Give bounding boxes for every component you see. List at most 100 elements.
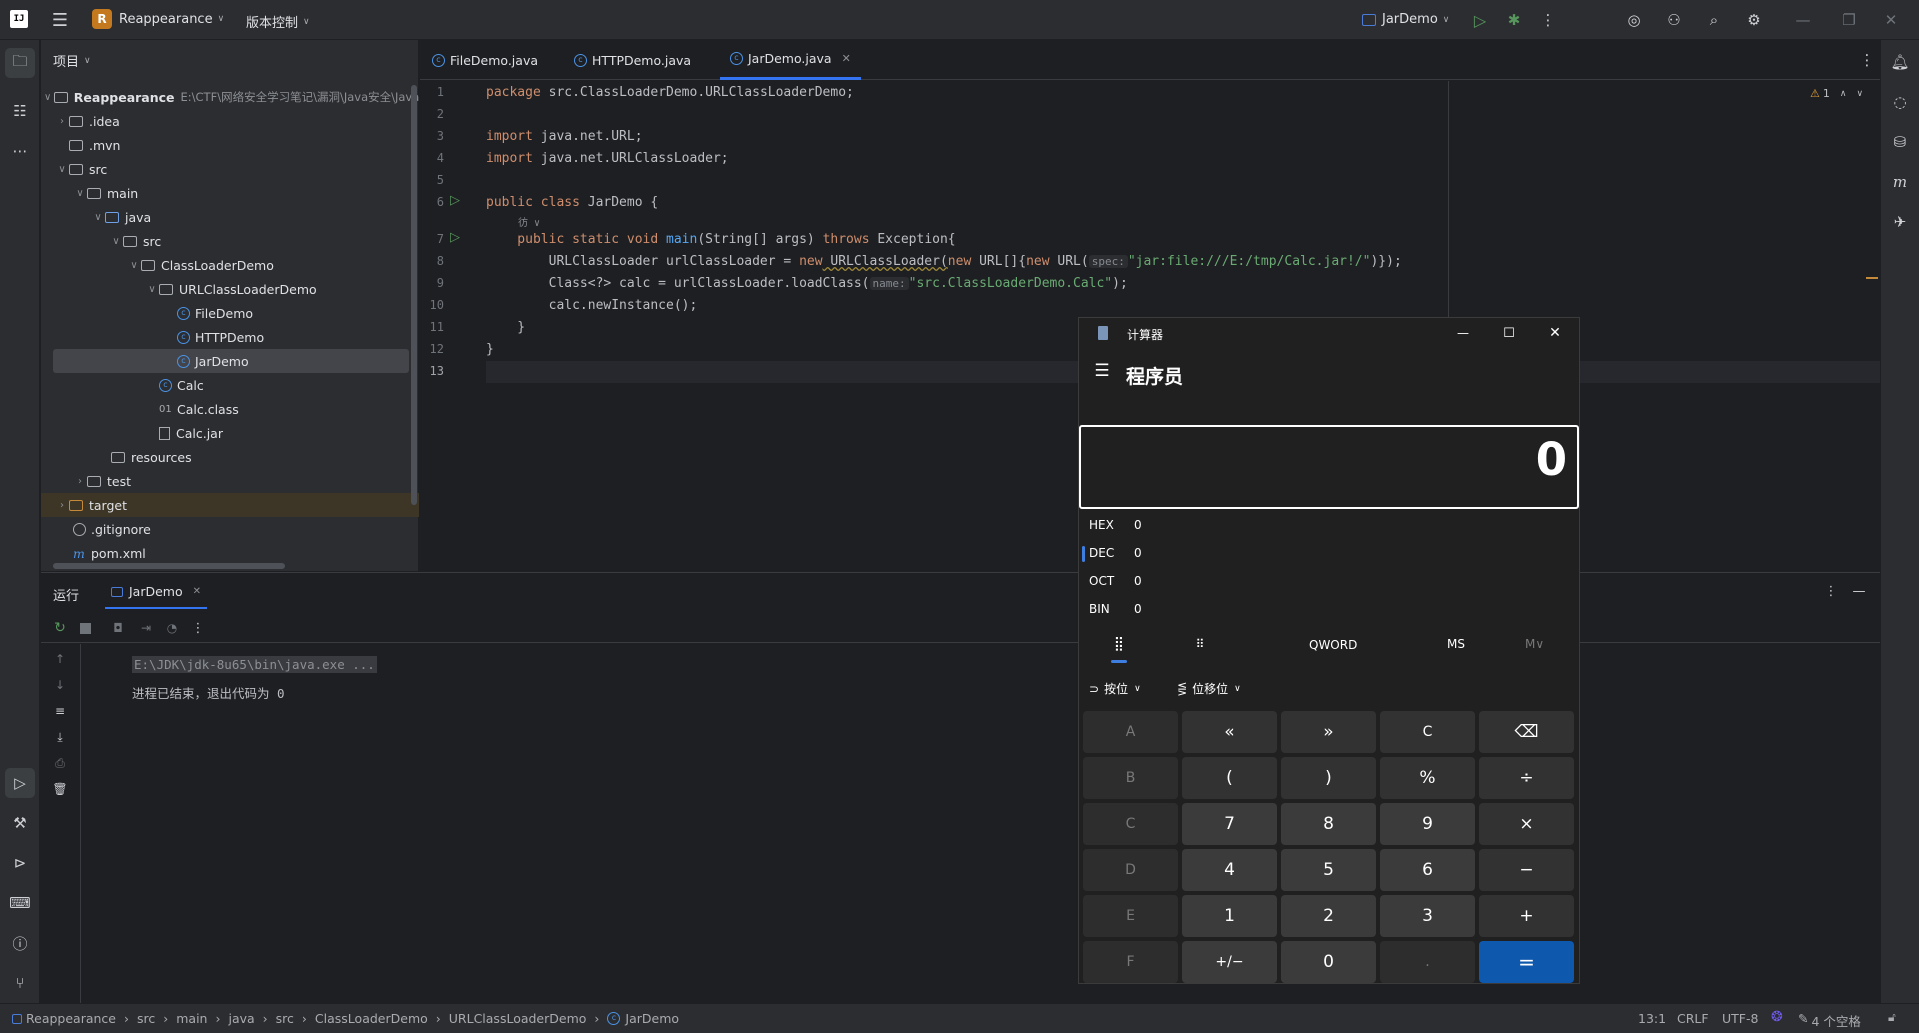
radix-oct[interactable]: OCT 0 [1089,574,1142,588]
key-8[interactable]: 8 [1281,803,1376,845]
minimize-icon[interactable]: — [1451,322,1475,344]
tab-options-icon[interactable]: ⋮ [1856,48,1878,72]
key-6[interactable]: 6 [1380,849,1475,891]
key-4[interactable]: 4 [1182,849,1277,891]
radix-bin[interactable]: BIN 0 [1089,602,1142,616]
author-inlay-hint[interactable]: 彷 ∨ [518,214,540,229]
scroll-to-end-icon[interactable]: ⤓ [51,728,69,746]
key-rotate-right[interactable]: » [1281,711,1376,753]
tree-item-calc-class[interactable]: 01 Calc.class [159,397,239,421]
notifications-icon[interactable]: 🔔︎ [1886,48,1914,76]
restore-icon[interactable]: ❐ [1834,8,1864,32]
scroll-up-icon[interactable]: ↑ [51,650,69,668]
key-2[interactable]: 2 [1281,895,1376,937]
tree-item-src-package[interactable]: ∨ src [109,229,161,253]
nav-menu-icon[interactable]: ☰ [1091,360,1113,382]
breadcrumb-item[interactable]: java [228,1011,254,1026]
horizontal-scrollbar[interactable] [53,563,285,569]
breadcrumb-item[interactable]: Reappearance [26,1011,116,1026]
more-tools-icon[interactable]: ⋯ [5,136,35,166]
more-actions-icon[interactable]: ⋮ [1536,8,1560,32]
problems-tool-icon[interactable]: ⓘ [5,928,35,958]
tree-item-calc-jar[interactable]: Calc.jar [159,421,223,445]
key-equals[interactable]: = [1479,941,1574,983]
key-rotate-left[interactable]: « [1182,711,1277,753]
key-close-paren[interactable]: ) [1281,757,1376,799]
add-user-icon[interactable]: ⚇ [1662,8,1686,32]
caret-position[interactable]: 13:1 [1638,1011,1666,1026]
tree-item-idea[interactable]: › .idea [55,109,120,133]
copilot-icon[interactable]: ✈ [1886,208,1914,236]
inspection-widget[interactable]: ⚠ 1 ∧ ∨ [1810,87,1863,100]
chevron-right-icon[interactable]: › [55,116,69,127]
trash-icon[interactable]: 🗑︎ [51,780,69,798]
chevron-down-icon[interactable]: ∨ [91,212,105,223]
breadcrumb-item[interactable]: main [176,1011,207,1026]
key-subtract[interactable]: − [1479,849,1574,891]
breadcrumb-item[interactable]: JarDemo [625,1011,679,1026]
key-5[interactable]: 5 [1281,849,1376,891]
key-0[interactable]: 0 [1281,941,1376,983]
chevron-down-icon[interactable]: ∨ [127,260,141,271]
services-tool-icon[interactable]: ⊳ [5,848,35,878]
scroll-down-icon[interactable]: ↓ [51,676,69,694]
tree-item-httpdemo[interactable]: c HTTPDemo [177,325,264,349]
key-open-paren[interactable]: ( [1182,757,1277,799]
print-icon[interactable]: ⎙ [51,754,69,772]
ai-assistant-icon[interactable]: ◎ [1622,8,1646,32]
tree-item-mvn[interactable]: .mvn [69,133,120,157]
tree-item-test[interactable]: › test [73,469,131,493]
tab-filedemo[interactable]: c FileDemo.java [432,40,538,80]
close-tab-icon[interactable]: ✕ [842,52,851,65]
project-panel-header[interactable]: 项目 ∨ [53,51,91,70]
ai-chat-icon[interactable]: ◌ [1886,88,1914,116]
tree-item-urlclassloaderdemo[interactable]: ∨ URLClassLoaderDemo [145,277,316,301]
ai-status-icon[interactable]: ❂ [1771,1009,1783,1025]
run-config-selector[interactable]: JarDemo ∨ [1362,12,1449,27]
debug-icon[interactable]: ✱ [1502,8,1526,32]
tree-item-target[interactable]: › target [41,493,419,517]
breadcrumb-item[interactable]: src [276,1011,294,1026]
tree-item-calc[interactable]: c Calc [159,373,204,397]
breadcrumb-item[interactable]: src [137,1011,155,1026]
chevron-right-icon[interactable]: › [55,500,69,511]
chevron-down-icon[interactable]: ∨ [55,164,69,175]
close-tab-icon[interactable]: ✕ [193,586,201,597]
word-size-button[interactable]: QWORD [1309,638,1357,652]
chevron-up-icon[interactable]: ∧ [1840,89,1847,99]
key-divide[interactable]: ÷ [1479,757,1574,799]
exit-icon[interactable]: ⇥ [137,619,155,637]
maximize-icon[interactable]: ☐ [1497,322,1521,344]
build-tool-icon[interactable]: ⚒ [5,808,35,838]
main-menu-icon[interactable]: ☰ [48,8,72,32]
run-tab-jardemo[interactable]: JarDemo ✕ [105,576,208,609]
lock-icon[interactable]: 🔓︎ [1888,1010,1896,1025]
chevron-down-icon[interactable]: ∨ [145,284,159,295]
minimize-icon[interactable]: — [1788,8,1818,32]
vertical-scrollbar[interactable] [411,85,417,505]
search-icon[interactable]: ⌕ [1702,8,1726,32]
run-gutter-icon[interactable]: ▷ [450,230,460,245]
settings-icon[interactable]: ⚙ [1742,8,1766,32]
key-9[interactable]: 9 [1380,803,1475,845]
terminal-tool-icon[interactable]: ⌨ [5,888,35,918]
rerun-icon[interactable]: ↻ [51,619,69,637]
tree-item-java[interactable]: ∨ java [91,205,151,229]
key-1[interactable]: 1 [1182,895,1277,937]
project-tool-icon[interactable]: 🗀 [5,48,35,78]
soft-wrap-icon[interactable]: ≡ [51,702,69,720]
indent-settings[interactable]: ✎ 4 个空格 [1798,1011,1861,1030]
coverage-icon[interactable]: ◔ [163,619,181,637]
breadcrumb-item[interactable]: ClassLoaderDemo [315,1011,428,1026]
tab-jardemo[interactable]: c JarDemo.java ✕ [720,40,861,80]
key-multiply[interactable]: × [1479,803,1574,845]
more-icon[interactable]: ⋮ [189,619,207,637]
key-3[interactable]: 3 [1380,895,1475,937]
bitwise-dropdown[interactable]: ⊃ 按位 ∨ [1089,680,1141,697]
chevron-down-icon[interactable]: ∨ [41,92,54,103]
key-negate[interactable]: +/− [1182,941,1277,983]
stop-icon[interactable] [80,623,91,634]
memory-store-button[interactable]: MS [1447,637,1465,651]
tree-item-classloaderdemo[interactable]: ∨ ClassLoaderDemo [127,253,274,277]
bitshift-dropdown[interactable]: ⋚ 位移位 ∨ [1177,680,1241,697]
